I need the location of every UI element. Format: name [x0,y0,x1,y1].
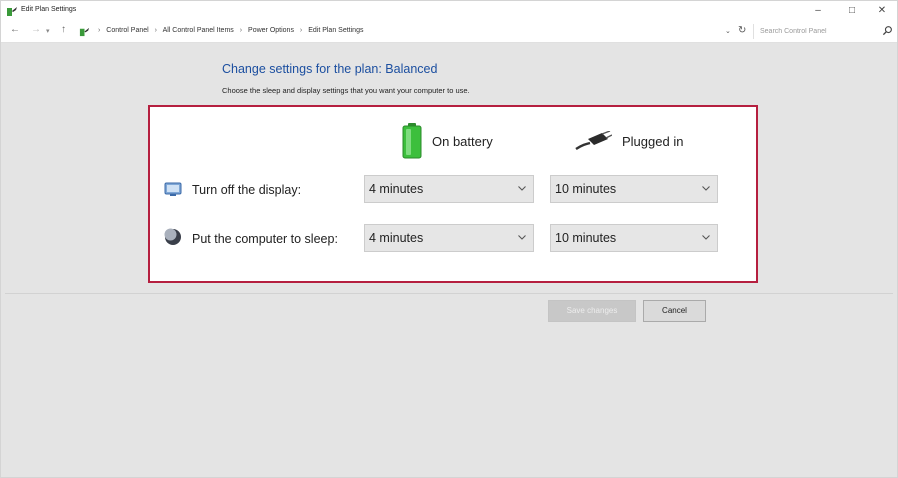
up-button[interactable]: ↑ [61,24,66,35]
recent-locations-button[interactable]: ▾ [46,27,50,35]
plugged-in-label: Plugged in [622,133,684,149]
sleep-on-battery-select[interactable]: 4 minutes [364,224,534,252]
address-dropdown-button[interactable]: ⌄ [725,27,731,35]
refresh-button[interactable]: ↻ [738,25,746,36]
forward-button[interactable]: → [31,24,41,35]
minimize-button[interactable]: – [801,1,835,21]
power-plug-icon [575,131,612,151]
power-options-icon [7,7,17,16]
chevron-down-icon [518,186,526,191]
footer-divider [5,293,893,294]
on-battery-label: On battery [432,133,493,149]
page-title: Change settings for the plan: Balanced [222,62,438,76]
breadcrumb-separator: › [239,27,243,34]
search-box [753,24,895,39]
moon-icon [164,228,181,245]
close-button[interactable]: ✕ [865,1,898,21]
breadcrumb-control-panel[interactable]: Control Panel [106,27,148,34]
chevron-down-icon [702,186,710,191]
search-icon[interactable] [882,25,893,36]
plan-settings-panel: On battery Plugged in Turn off the displ… [148,105,758,283]
battery-icon [402,123,422,159]
save-changes-button[interactable]: Save changes [548,300,636,322]
column-header-plugged-in: Plugged in [574,121,683,161]
sleep-plugged-in-select[interactable]: 10 minutes [550,224,718,252]
display-off-plugged-in-select[interactable]: 10 minutes [550,175,718,203]
turn-off-display-label: Turn off the display: [192,183,302,197]
address-bar: ← → ▾ ↑ › Control Panel › All Control Pa… [1,21,897,43]
monitor-icon [164,182,182,196]
maximize-button[interactable]: □ [835,1,869,21]
sleep-plugged-in-value: 10 minutes [555,231,617,245]
window-title: Edit Plan Settings [21,6,77,13]
breadcrumb-edit-plan[interactable]: Edit Plan Settings [308,27,363,34]
cancel-button[interactable]: Cancel [643,300,706,322]
display-off-plugged-in-value: 10 minutes [555,182,617,196]
edit-plan-settings-window: Edit Plan Settings – □ ✕ ← → ▾ ↑ › Contr… [0,0,898,478]
breadcrumb-all-items[interactable]: All Control Panel Items [163,27,234,34]
breadcrumb-separator: › [98,27,101,34]
control-panel-icon [79,27,90,37]
display-off-on-battery-select[interactable]: 4 minutes [364,175,534,203]
sleep-label: Put the computer to sleep: [192,232,338,246]
breadcrumb-power-options[interactable]: Power Options [248,27,294,34]
breadcrumb: › Control Panel › All Control Panel Item… [94,27,363,34]
chevron-down-icon [518,235,526,240]
title-bar: Edit Plan Settings – □ ✕ [1,1,897,21]
chevron-down-icon [702,235,710,240]
search-input[interactable] [760,25,875,38]
back-button[interactable]: ← [10,24,20,35]
breadcrumb-separator: › [154,27,158,34]
sleep-on-battery-value: 4 minutes [369,231,424,245]
display-off-on-battery-value: 4 minutes [369,182,424,196]
breadcrumb-separator: › [299,27,303,34]
column-header-on-battery: On battery [402,121,493,161]
page-description: Choose the sleep and display settings th… [222,86,470,95]
